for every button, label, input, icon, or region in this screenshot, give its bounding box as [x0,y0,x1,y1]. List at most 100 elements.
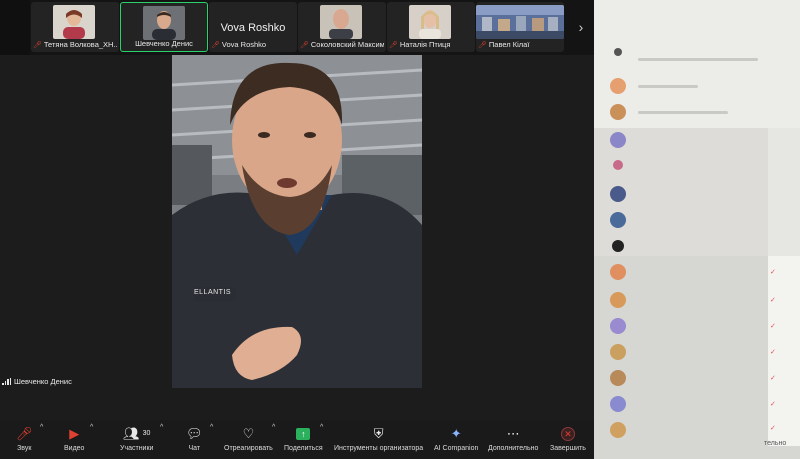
share-button[interactable]: ↑ Поделиться [284,426,323,452]
end-call-icon: ✕ [560,427,575,441]
participant-tile[interactable]: 🎤︎ Наталія Птиця [387,2,475,52]
blurred-line [638,58,758,61]
mic-muted-icon: 🎤︎ [33,41,42,49]
shield-icon: ⛨ [373,426,384,441]
share-label: Поделиться [284,445,323,452]
participant-photo [476,5,564,39]
participant-name: Соколовский Максим [310,40,384,49]
status-mark: ✓ [770,349,776,356]
participant-label: Шевченко Денис [123,39,205,48]
avatar [610,370,626,386]
status-mark: ✓ [770,323,776,330]
avatar [614,48,622,56]
participant-thumbnail [409,5,451,39]
avatar [610,344,626,360]
participant-name: Vova Roshko [221,40,267,49]
speaker-video[interactable]: ELLANTIS [172,55,422,388]
avatar [610,292,626,308]
background-window: ✓ ✓ ✓ ✓ ✓ ✓ ✓ тельно [594,0,800,459]
mic-muted-icon: 🎤︎ [478,41,487,49]
participant-name: Шевченко Денис [135,39,193,48]
participant-thumbnail [143,6,185,40]
avatar [610,396,626,412]
blurred-line [638,85,698,88]
participant-photo [320,5,362,39]
chat-icon: 💬︎ [186,426,203,441]
shirt-logo: ELLANTIS [194,289,232,296]
sparkle-icon: ✦ [450,426,462,441]
mic-muted-icon: 🎤︎ [211,41,220,49]
ai-companion-button[interactable]: ✦ AI Companion [434,426,478,452]
participant-tile[interactable]: 🎤︎ Павел Кілаї [476,2,564,52]
mic-muted-icon: 🎤︎ [16,426,33,441]
participants-button[interactable]: 👥︎ 30 Участники [120,426,153,452]
participant-thumbnail [53,5,95,39]
host-tools-button[interactable]: ⛨ Инструменты организатора [334,426,423,452]
participant-label: 🎤︎ Наталія Птиця [389,40,473,49]
avatar [610,186,626,202]
end-button[interactable]: ✕ Завершить [550,426,586,452]
chevron-up-icon[interactable]: ^ [210,424,213,431]
participants-icon: 👥︎ [123,426,140,441]
video-label: Видео [64,445,85,452]
participant-thumbnail [476,5,564,39]
participant-tile[interactable]: 🎤︎ Соколовский Максим [298,2,386,52]
chevron-up-icon[interactable]: ^ [90,424,93,431]
blurred-line [638,111,728,114]
avatar [613,160,623,170]
participant-label: 🎤︎ Vova Roshko [211,40,295,49]
chevron-up-icon[interactable]: ^ [320,424,323,431]
status-mark: ✓ [770,401,776,408]
avatar [610,132,626,148]
participant-photo [53,5,95,39]
end-label: Завершить [550,445,586,452]
status-mark: ✓ [770,297,776,304]
avatar [612,240,624,252]
participant-photo [409,5,451,39]
participant-photo [143,6,185,40]
avatar [610,212,626,228]
zoom-meeting-window: 🎤︎ Тетяна Волкова_ХН... Шевченко Денис V… [0,0,594,459]
participant-tile-active[interactable]: Шевченко Денис [120,2,208,52]
more-button[interactable]: ⋯ Дополнительно [488,426,538,452]
speaker-name: Шевченко Денис [14,377,72,386]
avatar [610,104,626,120]
ai-companion-label: AI Companion [434,445,479,452]
react-button[interactable]: ♡ Отреагировать [224,426,273,452]
participant-label: 🎤︎ Тетяна Волкова_ХН... [33,40,117,49]
avatar [610,78,626,94]
speaker-video-frame [172,55,422,388]
avatar [610,318,626,334]
host-tools-label: Инструменты организатора [334,445,424,452]
participant-label: 🎤︎ Соколовский Максим [300,40,384,49]
participant-tile[interactable]: 🎤︎ Тетяна Волкова_ХН... [31,2,119,52]
chevron-up-icon[interactable]: ^ [272,424,275,431]
video-off-icon: ▶︎ [69,426,80,441]
participants-label: Участники [120,445,154,452]
background-footer-text: тельно [764,440,787,447]
signal-bars-icon [2,378,11,385]
strip-left-pad [0,0,30,55]
more-label: Дополнительно [488,445,539,452]
participant-label: 🎤︎ Павел Кілаї [478,40,562,49]
participant-name: Наталія Птиця [399,40,451,49]
share-screen-icon: ↑ [296,428,311,440]
react-label: Отреагировать [224,445,273,452]
audio-label: Звук [17,445,32,452]
participants-count: 30 [142,430,151,437]
chat-button[interactable]: 💬︎ Чат [186,426,203,452]
status-mark: ✓ [770,375,776,382]
chevron-up-icon[interactable]: ^ [160,424,163,431]
audio-button[interactable]: 🎤︎ Звук [16,426,33,452]
participant-strip: 🎤︎ Тетяна Волкова_ХН... Шевченко Денис V… [0,0,594,55]
chevron-right-icon[interactable]: › [572,16,590,38]
chevron-up-icon[interactable]: ^ [40,424,43,431]
avatar [610,422,626,438]
mic-muted-icon: 🎤︎ [300,41,309,49]
participant-display-name: Vova Roshko [220,22,286,34]
participant-tile[interactable]: Vova Roshko 🎤︎ Vova Roshko [209,2,297,52]
heart-icon: ♡ [242,426,255,441]
avatar [610,264,626,280]
video-button[interactable]: ▶︎ Видео [64,426,84,452]
chat-label: Чат [188,445,201,452]
